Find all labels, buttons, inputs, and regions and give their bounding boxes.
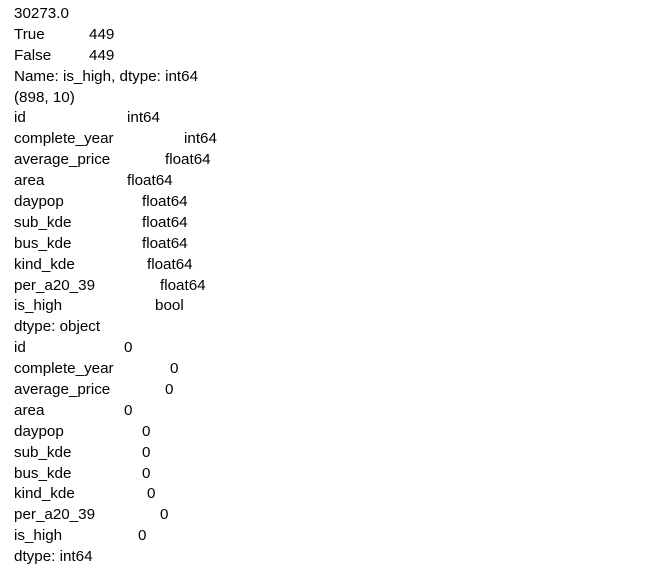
output-line: (898, 10) [0,88,645,109]
output-line-value: 0 [138,527,147,545]
output-line-label: per_a20_39 [14,276,96,294]
output-line-label: daypop [14,422,64,440]
output-line-value: 0 [142,464,151,482]
output-line: Name: is_high, dtype: int64 [0,67,645,88]
output-line: per_a20_39 float64 [0,276,645,297]
output-line: daypop float64 [0,192,645,213]
output-line: is_high bool [0,296,645,317]
output-line-value: float64 [160,276,206,294]
output-line: id 0 [0,338,645,359]
output-line-value: 0 [147,485,156,503]
output-line-value: float64 [127,172,173,190]
output-line: complete_year 0 [0,359,645,380]
output-line-label: is_high [14,297,63,315]
output-line: dtype: int64 [0,547,645,568]
output-line: sub_kde float64 [0,213,645,234]
output-line-label: id [14,339,26,357]
output-line-label: is_high [14,527,63,545]
output-line-value: 0 [124,401,133,419]
output-line: average_price 0 [0,380,645,401]
output-line-label: sub_kde [14,213,72,231]
output-line-label: dtype: int64 [14,548,93,566]
output-line-value: float64 [147,255,193,273]
output-line-label: per_a20_39 [14,506,96,524]
output-line-label: average_price [14,151,111,169]
output-line: area 0 [0,401,645,422]
output-line: False 449 [0,46,645,67]
output-line-label: Name: is_high, dtype: int64 [14,67,199,85]
output-line: per_a20_39 0 [0,505,645,526]
output-line: kind_kde 0 [0,484,645,505]
output-line: sub_kde 0 [0,443,645,464]
output-line: id int64 [0,108,645,129]
output-line-label: complete_year [14,130,114,148]
output-line: complete_year int64 [0,129,645,150]
output-line: bus_kde float64 [0,234,645,255]
output-line-label: kind_kde [14,485,75,503]
output-line-label: complete_year [14,360,114,378]
output-line-label: (898, 10) [14,88,75,106]
output-line-value: bool [155,297,184,315]
output-line-label: bus_kde [14,234,72,252]
output-line-label: area [14,172,45,190]
output-line-value: float64 [142,234,188,252]
output-line-value: 0 [160,506,169,524]
output-line: average_price float64 [0,150,645,171]
output-line-label: 30273.0 [14,5,69,22]
output-line-label: False [14,46,52,64]
output-line-value: float64 [142,193,188,211]
output-line: kind_kde float64 [0,255,645,276]
output-line-value: 0 [142,443,151,461]
output-line-value: 0 [165,381,174,399]
output-line-value: float64 [165,151,211,169]
output-line-value: 449 [89,25,115,43]
pandas-text-output: 30273.0 True 449 False 449 Name: is_high, dty… [0,0,645,583]
output-line-label: daypop [14,193,64,211]
output-line-value: 449 [89,46,115,64]
output-line: 30273.0 [0,4,645,25]
output-line-value: 0 [124,339,133,357]
output-line: dtype: object [0,317,645,338]
output-line: daypop 0 [0,422,645,443]
output-line: bus_kde 0 [0,464,645,485]
output-line: area float64 [0,171,645,192]
output-line: is_high 0 [0,526,645,547]
output-line-list: 30273.0 True 449 False 449 Name: is_high, dty… [0,4,645,568]
output-line-label: sub_kde [14,443,72,461]
output-line-label: dtype: object [14,318,101,336]
output-line-value: float64 [142,213,188,231]
output-line-label: id [14,109,26,127]
output-line-label: True [14,25,45,43]
output-line-label: area [14,401,45,419]
output-line-value: 0 [142,422,151,440]
output-line-label: kind_kde [14,255,75,273]
output-line-value: int64 [184,130,217,148]
output-line-label: average_price [14,381,111,399]
output-line-value: int64 [127,109,160,127]
output-line-label: bus_kde [14,464,72,482]
output-line: True 449 [0,25,645,46]
output-line-value: 0 [170,360,179,378]
